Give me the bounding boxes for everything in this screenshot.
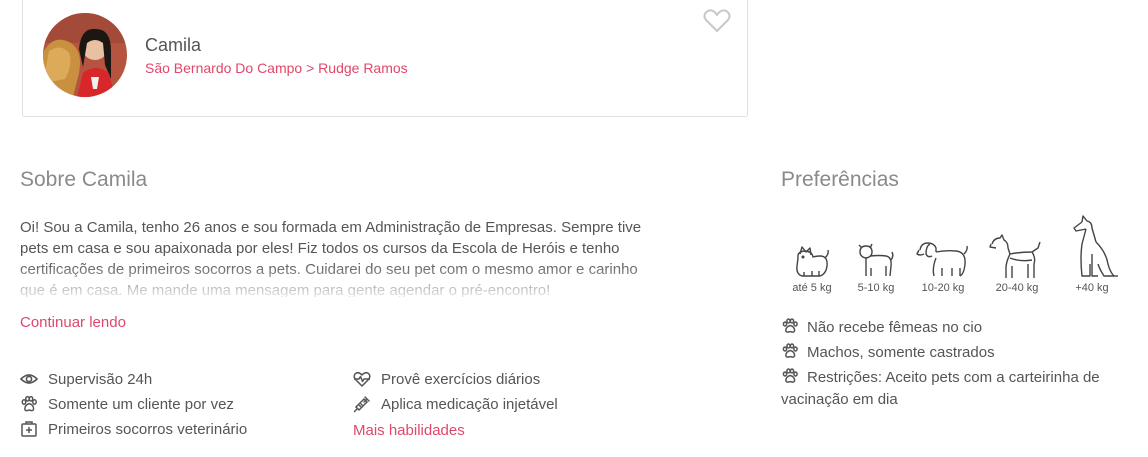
skill-label: Supervisão 24h <box>48 370 153 388</box>
preference-item: Restrições: Aceito pets com a carteirinh… <box>781 367 1131 411</box>
paw-icon <box>781 343 799 359</box>
heartbeat-icon <box>353 370 371 388</box>
favorite-heart-icon[interactable] <box>703 8 731 34</box>
skill-label: Primeiros socorros veterinário <box>48 420 248 438</box>
eye-icon <box>19 370 39 388</box>
skill-label: Somente um cliente por vez <box>48 395 234 413</box>
skill-supervision: Supervisão 24h <box>19 370 153 388</box>
preferences-title: Preferências <box>781 168 899 191</box>
avatar[interactable] <box>43 13 127 97</box>
preference-label: Restrições: Aceito pets com a carteirinh… <box>781 369 1100 408</box>
syringe-icon <box>353 395 371 413</box>
sitter-location: São Bernardo Do Campo > Rudge Ramos <box>145 60 408 76</box>
read-more-link[interactable]: Continuar lendo <box>20 314 126 331</box>
skill-label: Aplica medicação injetável <box>381 395 558 413</box>
sitter-name: Camila <box>145 35 202 55</box>
size-label: 20-40 kg <box>995 282 1039 294</box>
giant-dog-icon <box>1073 215 1118 277</box>
medium-dog-icon <box>916 242 968 277</box>
skill-exercise: Provê exercícios diários <box>353 370 540 388</box>
size-label: 5-10 kg <box>857 282 895 294</box>
size-label: +40 kg <box>1075 282 1109 294</box>
size-label: até 5 kg <box>792 282 832 294</box>
paw-icon <box>781 318 799 334</box>
preference-item: Não recebe fêmeas no cio <box>781 317 1131 339</box>
large-dog-icon <box>989 234 1041 278</box>
size-label: 10-20 kg <box>921 282 965 294</box>
location-separator: > <box>306 60 315 76</box>
more-skills-link[interactable]: Mais habilidades <box>353 422 465 439</box>
preference-item: Machos, somente castrados <box>781 342 1131 364</box>
about-title: Sobre Camila <box>20 168 148 191</box>
paw-icon <box>781 368 799 384</box>
skill-injection: Aplica medicação injetável <box>353 395 558 413</box>
first-aid-icon <box>20 420 38 438</box>
location-city[interactable]: São Bernardo Do Campo <box>145 60 302 76</box>
small-dog-icon <box>796 246 829 277</box>
location-neighborhood[interactable]: Rudge Ramos <box>318 60 408 76</box>
sitter-card: Camila São Bernardo Do Campo > Rudge Ram… <box>22 0 748 117</box>
about-text-fade <box>20 262 660 300</box>
pug-dog-icon <box>858 243 894 277</box>
skill-label: Provê exercícios diários <box>381 370 541 388</box>
skill-one-client: Somente um cliente por vez <box>20 395 234 413</box>
skill-first-aid: Primeiros socorros veterinário <box>20 420 247 438</box>
paw-icon <box>20 395 38 413</box>
preference-label: Não recebe fêmeas no cio <box>807 319 983 336</box>
preference-label: Machos, somente castrados <box>807 344 995 361</box>
